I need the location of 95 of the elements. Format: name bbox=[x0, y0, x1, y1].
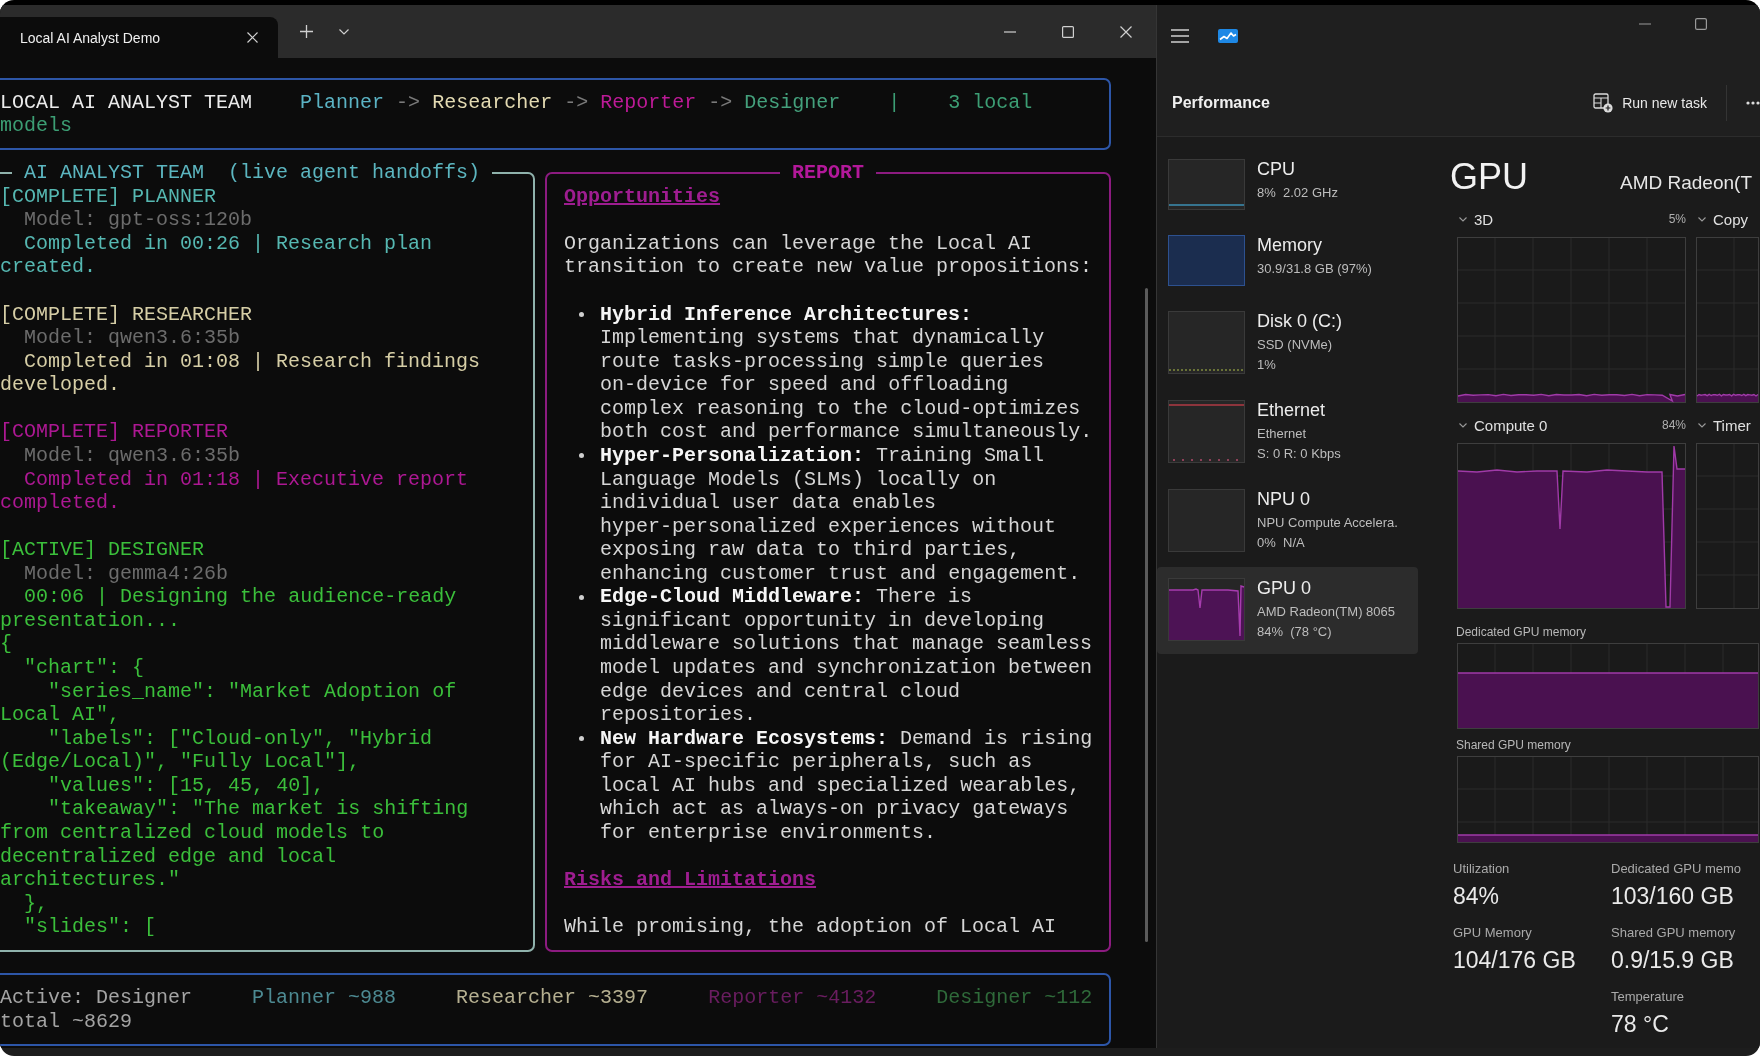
engine-dropdown[interactable]: Compute 0 bbox=[1459, 416, 1548, 434]
model-label: Model: qwen3.6:35b bbox=[23, 326, 242, 350]
status-text: Active: Designer bbox=[0, 986, 193, 1010]
bullet-text: Hybrid Inference Architectures: Implementing systems that dynamically route tasks-processing simple queries on-device for speed and offloading complex reasoning to the cloud-optimizes both cost and performance simultaneously. bbox=[600, 302, 1094, 444]
status-text: Researcher ~3397 bbox=[456, 986, 649, 1010]
bullet-text: Edge-Cloud Middleware: There is significant opportunity in developing middleware solutions that manage seamless model updates and synchronization between edge devices and central cloud repositories. bbox=[600, 585, 1094, 727]
device-name: NPU 0 bbox=[1257, 489, 1311, 509]
device-detail: 8% 2.02 GHz bbox=[1257, 184, 1338, 202]
stat-value: 103/160 GB bbox=[1611, 882, 1735, 911]
device-name: CPU bbox=[1257, 159, 1296, 179]
status-message: Completed in 00:26 | Research plan created. bbox=[0, 231, 434, 279]
window-plus-icon bbox=[1593, 93, 1614, 113]
agent-heading: [COMPLETE] REPORTER bbox=[0, 420, 230, 444]
device-detail: 84% (78 °C) bbox=[1257, 623, 1333, 641]
device-model: AMD Radeon(T bbox=[1620, 172, 1752, 194]
device-name: Memory bbox=[1257, 235, 1323, 255]
section-heading: Opportunities bbox=[564, 184, 721, 209]
page-title: Performance bbox=[1172, 94, 1270, 112]
device-detail: S: 0 R: 0 Kbps bbox=[1257, 445, 1341, 463]
chevron-down-icon[interactable] bbox=[339, 28, 349, 35]
stat-value: 78 °C bbox=[1611, 1010, 1670, 1039]
agent-heading: [ACTIVE] DESIGNER bbox=[0, 538, 206, 562]
team-header-text: LOCAL AI ANALYST TEAM Planner -> Researcher -> Reporter -> Designer | 3 local models bbox=[0, 90, 1034, 138]
close-icon[interactable] bbox=[247, 32, 258, 43]
engine-dropdown[interactable]: Copy bbox=[1698, 210, 1749, 228]
usage-reading: 84% bbox=[1661, 418, 1686, 432]
bullet-icon bbox=[579, 736, 584, 741]
stat-label: Shared GPU memory bbox=[1611, 924, 1737, 942]
agent-heading: [COMPLETE] PLANNER bbox=[0, 184, 218, 209]
bullet-icon bbox=[579, 594, 584, 600]
bullet-icon bbox=[579, 311, 584, 317]
run-task-button[interactable]: Run new task bbox=[1585, 87, 1715, 119]
page-heading: GPU bbox=[1450, 155, 1528, 199]
device-tab[interactable]: Memory 30.9/31.8 GB (97%) bbox=[1157, 224, 1418, 298]
report-paragraph: While promising, the adoption of Local AI bbox=[564, 915, 1058, 939]
status-text: Planner ~988 bbox=[252, 986, 397, 1010]
device-tab[interactable]: CPU 8% 2.02 GHz bbox=[1157, 148, 1418, 222]
stat-label: Utilization bbox=[1453, 860, 1511, 878]
device-detail: Ethernet bbox=[1257, 425, 1308, 443]
section-heading: Risks and Limitations bbox=[564, 868, 817, 892]
panel-title: AI ANALYST TEAM (live agent handoffs) bbox=[23, 161, 482, 185]
device-detail: NPU Compute Accelera. bbox=[1257, 514, 1398, 532]
model-label: Model: gpt-oss:120b bbox=[23, 208, 254, 232]
engine-dropdown[interactable]: 3D bbox=[1459, 210, 1494, 228]
device-tab[interactable]: NPU 0 NPU Compute Accelera. 0% N/A bbox=[1157, 478, 1418, 565]
device-detail: 30.9/31.8 GB (97%) bbox=[1257, 260, 1372, 278]
model-label: Model: gemma4:26b bbox=[23, 561, 230, 586]
plus-icon[interactable] bbox=[300, 25, 313, 38]
minimize-icon[interactable] bbox=[1004, 30, 1016, 33]
panel-title: REPORT bbox=[791, 161, 865, 185]
bullet-text: Hyper-Personalization: Training Small Language Models (SLMs) locally on individual user data enables hyper-personalized experiences without exposing raw data to third parties, enhancing customer trust and engagement. bbox=[600, 443, 1082, 586]
device-tab[interactable]: GPU 0 AMD Radeon(TM) 8065 84% (78 °C) bbox=[1157, 567, 1418, 654]
model-label: Model: qwen3.6:35b bbox=[23, 443, 242, 468]
close-icon[interactable] bbox=[1120, 25, 1132, 38]
maximize-icon[interactable] bbox=[1062, 25, 1074, 38]
status-message: 00:06 | Designing the audience-ready presentation... bbox=[0, 585, 458, 633]
device-tab[interactable]: Ethernet Ethernet S: 0 R: 0 Kbps bbox=[1157, 389, 1418, 476]
usage-reading: 5% bbox=[1668, 212, 1686, 226]
device-detail: 1% bbox=[1257, 356, 1277, 374]
stat-value: 84% bbox=[1453, 882, 1501, 911]
more-icon[interactable] bbox=[1746, 101, 1760, 105]
graph-label: Dedicated GPU memory bbox=[1456, 624, 1588, 640]
chart-icon bbox=[1218, 29, 1238, 43]
status-message: Completed in 01:08 | Research findings developed. bbox=[0, 349, 482, 397]
status-message: Completed in 01:18 | Executive report completed. bbox=[0, 467, 470, 515]
device-detail: 0% N/A bbox=[1257, 534, 1306, 552]
stat-value: 0.9/15.9 GB bbox=[1611, 946, 1735, 975]
device-name: Disk 0 (C:) bbox=[1257, 311, 1342, 331]
chevron-down-icon bbox=[1698, 216, 1706, 222]
agent-heading: [COMPLETE] RESEARCHER bbox=[0, 302, 254, 327]
maximize-icon[interactable] bbox=[1695, 18, 1707, 30]
json-output: { "chart": { "series_name": "Market Adoption of Local AI", "labels": ["Cloud-only", "Hybrid (Edge/Local)", "Fully Local"], "values": [15, 45, 40], "takeaway": "The market is shifting from centralized cloud models to decentralized edge and local architectures." }, "slides": [ bbox=[0, 632, 470, 939]
scrollbar-thumb[interactable] bbox=[1145, 288, 1148, 942]
status-text: Designer ~112 bbox=[936, 986, 1093, 1010]
terminal-tab[interactable]: Local AI Analyst Demo bbox=[0, 17, 278, 58]
stat-label: Temperature bbox=[1611, 988, 1685, 1006]
device-name: GPU 0 bbox=[1257, 578, 1313, 598]
bullet-text: New Hardware Ecosystems: Demand is rising for AI-specific peripherals, such as local AI hubs and specialized wearables, which act as always-on privacy gateways for enterprise environments. bbox=[600, 726, 1094, 845]
chevron-down-icon bbox=[1459, 422, 1467, 428]
menu-icon[interactable] bbox=[1171, 29, 1189, 43]
stat-label: Dedicated GPU memo bbox=[1611, 860, 1743, 878]
device-tab[interactable]: Disk 0 (C:) SSD (NVMe) 1% bbox=[1157, 300, 1418, 387]
chevron-down-icon bbox=[1459, 216, 1467, 222]
stat-label: GPU Memory bbox=[1453, 924, 1533, 942]
status-text: Reporter ~4132 bbox=[708, 986, 877, 1010]
device-detail: AMD Radeon(TM) 8065 bbox=[1257, 603, 1395, 621]
bullet-icon bbox=[579, 453, 584, 459]
status-text: total ~8629 bbox=[0, 1009, 133, 1033]
chevron-down-icon bbox=[1698, 422, 1706, 428]
device-detail: SSD (NVMe) bbox=[1257, 336, 1334, 354]
graph-label: Shared GPU memory bbox=[1456, 737, 1572, 753]
stat-value: 104/176 GB bbox=[1453, 946, 1577, 975]
device-name: Ethernet bbox=[1257, 400, 1327, 420]
report-paragraph: Organizations can leverage the Local AI transition to create new value propositions: bbox=[564, 231, 1094, 279]
engine-dropdown[interactable]: Timer bbox=[1698, 416, 1751, 434]
